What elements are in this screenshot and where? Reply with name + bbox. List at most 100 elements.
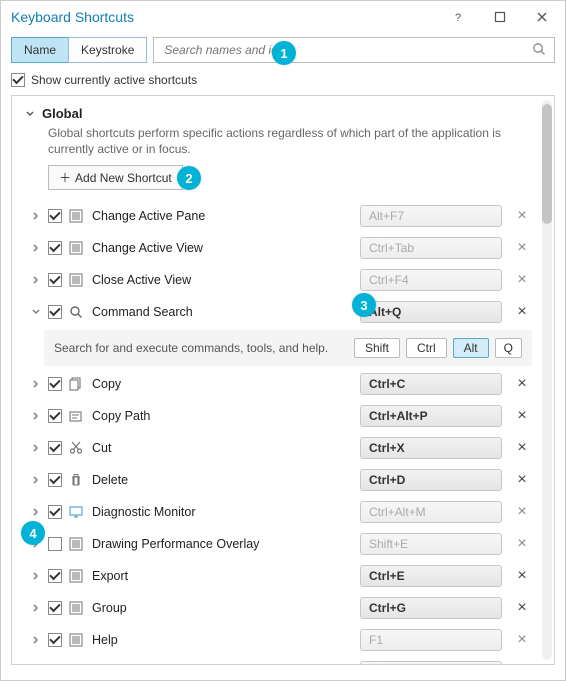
copy-icon [68, 376, 84, 392]
maximize-button[interactable] [479, 3, 521, 31]
windows-icon [68, 240, 84, 256]
shortcut-keys[interactable]: Ctrl+G [360, 597, 502, 619]
copypath-icon [68, 408, 84, 424]
callout-badge-1: 1 [272, 41, 296, 65]
chevron-right-icon[interactable] [30, 636, 42, 644]
shortcut-keys[interactable]: F1 [360, 629, 502, 651]
chevron-right-icon[interactable] [30, 244, 42, 252]
shortcut-keys[interactable]: Alt+F7 [360, 205, 502, 227]
svg-text:?: ? [455, 12, 461, 23]
search-icon [68, 304, 84, 320]
shortcut-row: Help F1 × [24, 624, 532, 656]
shortcut-row: Change Active View Ctrl+Tab × [24, 232, 532, 264]
remove-shortcut-button[interactable]: × [512, 567, 532, 585]
shortcut-row: Diagnostic Monitor Ctrl+Alt+M × [24, 496, 532, 528]
shortcut-description: Search for and execute commands, tools, … [54, 341, 348, 355]
group-header-global[interactable]: Global [24, 104, 532, 125]
remove-shortcut-button[interactable]: × [512, 407, 532, 425]
enable-checkbox[interactable] [48, 241, 62, 255]
add-new-shortcut-label: Add New Shortcut [75, 171, 172, 185]
modifier-ctrl[interactable]: Ctrl [406, 338, 447, 358]
remove-shortcut-button[interactable]: × [512, 303, 532, 321]
shortcut-keys[interactable]: Ctrl+X [360, 437, 502, 459]
titlebar: Keyboard Shortcuts ? [1, 1, 565, 33]
enable-checkbox[interactable] [48, 569, 62, 583]
enable-checkbox[interactable] [48, 633, 62, 647]
chevron-right-icon[interactable] [30, 444, 42, 452]
shortcut-keys[interactable]: Ctrl+Alt+M [360, 501, 502, 523]
shortcut-row: Change Active Pane Alt+F7 × [24, 200, 532, 232]
enable-checkbox[interactable] [48, 441, 62, 455]
tab-name[interactable]: Name [11, 37, 68, 63]
enable-checkbox[interactable] [48, 505, 62, 519]
shortcut-keys[interactable]: Ctrl+Tab [360, 237, 502, 259]
scrollbar-thumb[interactable] [542, 104, 552, 224]
chevron-down-icon[interactable] [30, 308, 42, 316]
shortcut-name: Group [90, 601, 354, 615]
scrollbar[interactable] [542, 100, 552, 660]
chevron-right-icon[interactable] [30, 380, 42, 388]
shortcut-keys[interactable]: Ctrl+F4 [360, 269, 502, 291]
chevron-down-icon [24, 110, 36, 118]
shortcut-row: Command Search Alt+Q × [24, 296, 532, 328]
callout-badge-3: 3 [352, 293, 376, 317]
remove-shortcut-button[interactable]: × [512, 599, 532, 617]
remove-shortcut-button: × [512, 535, 532, 553]
shortcut-keys[interactable]: Alt+Q [360, 301, 502, 323]
enable-checkbox[interactable] [48, 305, 62, 319]
enable-checkbox[interactable] [48, 409, 62, 423]
remove-shortcut-button[interactable]: × [512, 471, 532, 489]
chevron-right-icon[interactable] [30, 476, 42, 484]
shortcut-keys[interactable]: Ctrl+D [360, 469, 502, 491]
shortcut-keys[interactable]: Shift+E [360, 533, 502, 555]
search-input[interactable] [162, 42, 532, 58]
chevron-right-icon[interactable] [30, 572, 42, 580]
windows-icon [68, 568, 84, 584]
enable-checkbox[interactable] [48, 537, 62, 551]
windows-icon [68, 664, 84, 665]
tab-keystroke[interactable]: Keystroke [68, 37, 147, 63]
remove-shortcut-button[interactable]: × [512, 375, 532, 393]
enable-checkbox[interactable] [48, 273, 62, 287]
search-icon [532, 42, 546, 59]
shortcut-keys[interactable]: Ctrl+C [360, 373, 502, 395]
show-active-row[interactable]: Show currently active shortcuts [1, 67, 565, 95]
show-active-checkbox[interactable] [11, 73, 25, 87]
chevron-right-icon[interactable] [30, 412, 42, 420]
windows-icon [68, 632, 84, 648]
shortcut-keys[interactable]: Ctrl+Alt+P [360, 405, 502, 427]
search-field[interactable] [153, 37, 555, 63]
shortcut-row: Cut Ctrl+X × [24, 432, 532, 464]
shortcut-keys[interactable]: Ctrl+F1 [360, 661, 502, 665]
chevron-right-icon[interactable] [30, 508, 42, 516]
close-button[interactable] [521, 3, 563, 31]
chevron-right-icon[interactable] [30, 604, 42, 612]
enable-checkbox[interactable] [48, 473, 62, 487]
modifier-alt[interactable]: Alt [453, 338, 489, 358]
add-new-shortcut-button[interactable]: ＋ Add New Shortcut [48, 165, 183, 190]
shortcut-name: Delete [90, 473, 354, 487]
shortcut-detail-panel: Search for and execute commands, tools, … [44, 330, 532, 366]
enable-checkbox[interactable] [48, 209, 62, 223]
key-letter[interactable]: Q [495, 338, 522, 358]
shortcut-row: Drawing Performance Overlay Shift+E × [24, 528, 532, 560]
remove-shortcut-button[interactable]: × [512, 439, 532, 457]
chevron-right-icon[interactable] [30, 212, 42, 220]
enable-checkbox[interactable] [48, 377, 62, 391]
shortcut-keys[interactable]: Ctrl+E [360, 565, 502, 587]
shortcut-name: Close Active View [90, 273, 354, 287]
help-button[interactable]: ? [437, 3, 479, 31]
enable-checkbox[interactable] [48, 601, 62, 615]
remove-shortcut-button: × [512, 631, 532, 649]
chevron-right-icon[interactable] [30, 276, 42, 284]
remove-shortcut-button: × [512, 503, 532, 521]
cut-icon [68, 440, 84, 456]
modifier-shift[interactable]: Shift [354, 338, 400, 358]
shortcut-name: Copy [90, 377, 354, 391]
group-description: Global shortcuts perform specific action… [24, 125, 532, 165]
shortcut-name: Help [90, 633, 354, 647]
shortcut-row: Copy Path Ctrl+Alt+P × [24, 400, 532, 432]
plus-icon: ＋ [59, 169, 71, 186]
delete-icon [68, 472, 84, 488]
shortcut-name: Diagnostic Monitor [90, 505, 354, 519]
